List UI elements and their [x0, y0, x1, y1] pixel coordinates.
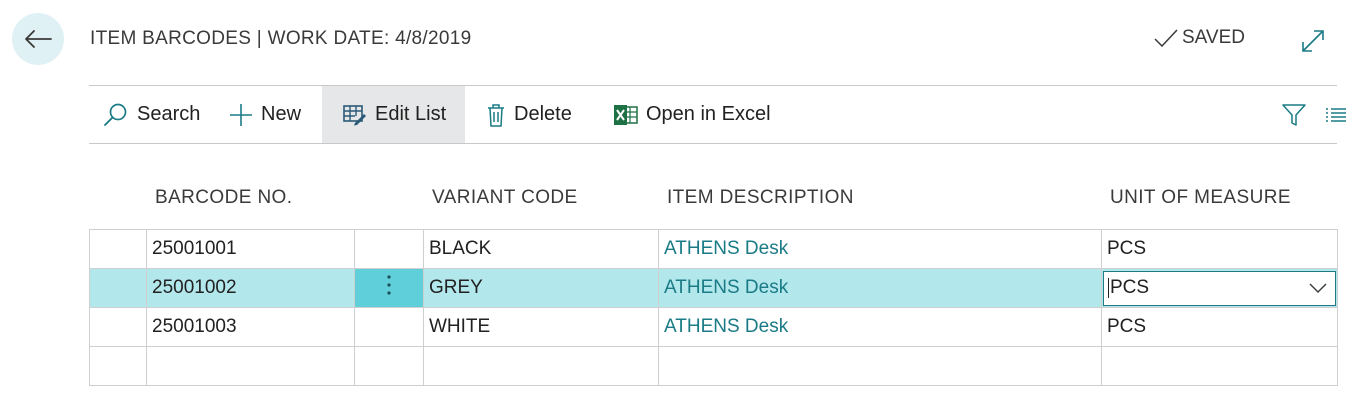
delete-label: Delete [514, 103, 572, 125]
new-label: New [261, 103, 302, 125]
variant-cell[interactable]: BLACK [423, 229, 659, 269]
variant-cell[interactable]: WHITE [423, 307, 659, 347]
row-menu-button[interactable] [354, 268, 424, 308]
table-row[interactable]: 25001002 GREY ATHENS Desk PCS [89, 268, 1338, 308]
open-in-excel-button[interactable]: Open in Excel [614, 86, 771, 143]
item-description-cell[interactable] [658, 346, 1102, 386]
unit-of-measure-cell[interactable]: PCS [1101, 229, 1338, 269]
edit-list-button[interactable]: Edit List [322, 86, 465, 143]
search-icon [104, 103, 127, 126]
variant-cell[interactable]: GREY [423, 268, 659, 308]
barcode-cell[interactable] [146, 346, 355, 386]
unit-of-measure-cell[interactable] [1101, 346, 1338, 386]
back-button[interactable] [12, 13, 64, 65]
search-label: Search [137, 103, 201, 125]
saved-status-label: SAVED [1182, 27, 1246, 48]
variant-cell[interactable] [423, 346, 659, 386]
row-menu-icon [387, 275, 391, 295]
list-view-icon [1326, 107, 1346, 122]
toolbar-bottom-divider [89, 143, 1337, 144]
barcode-cell[interactable]: 25001002 [146, 268, 355, 308]
chevron-down-icon[interactable] [1309, 283, 1327, 293]
row-selector[interactable] [89, 229, 147, 269]
unit-of-measure-dropdown[interactable]: PCS [1103, 270, 1336, 306]
item-description-link[interactable]: ATHENS Desk [658, 229, 1102, 269]
search-button[interactable]: Search [103, 86, 200, 143]
saved-status: SAVED [1154, 27, 1245, 49]
unit-of-measure-cell[interactable]: PCS [1101, 268, 1338, 308]
row-menu-cell[interactable] [354, 229, 424, 269]
action-toolbar: Search New Edit List Delete Open in Exce… [89, 86, 1346, 143]
barcode-cell[interactable]: 25001003 [146, 307, 355, 347]
plus-icon [230, 103, 252, 126]
item-description-link[interactable]: ATHENS Desk [658, 268, 1102, 308]
barcodes-grid: 25001001 BLACK ATHENS Desk PCS 25001002 … [89, 229, 1338, 386]
unit-of-measure-value: PCS [1110, 277, 1150, 298]
table-row-empty[interactable] [89, 346, 1338, 386]
row-selector[interactable] [89, 307, 147, 347]
list-view-button[interactable] [1325, 86, 1347, 143]
column-header-variant-code[interactable]: VARIANT CODE [432, 187, 578, 209]
column-header-item-description[interactable]: ITEM DESCRIPTION [667, 187, 854, 209]
new-button[interactable]: New [229, 86, 301, 143]
row-selector[interactable] [89, 346, 147, 386]
expand-button[interactable] [1300, 28, 1326, 54]
expand-icon [1302, 30, 1324, 52]
delete-button[interactable]: Delete [486, 86, 572, 143]
barcode-cell[interactable]: 25001001 [146, 229, 355, 269]
filter-icon [1282, 103, 1306, 126]
unit-of-measure-cell[interactable]: PCS [1101, 307, 1338, 347]
edit-list-label: Edit List [375, 103, 447, 125]
column-header-barcode-no[interactable]: BARCODE NO. [155, 187, 292, 209]
excel-icon [614, 104, 638, 125]
open-in-excel-label: Open in Excel [646, 103, 771, 125]
row-selector[interactable] [89, 268, 147, 308]
table-row[interactable]: 25001001 BLACK ATHENS Desk PCS [89, 229, 1338, 269]
filter-button[interactable] [1282, 86, 1306, 143]
back-arrow-icon [25, 30, 52, 48]
text-cursor [1108, 277, 1109, 298]
checkmark-icon [1154, 29, 1178, 47]
page-title: ITEM BARCODES | WORK DATE: 4/8/2019 [90, 28, 472, 49]
row-menu-cell[interactable] [354, 307, 424, 347]
table-row[interactable]: 25001003 WHITE ATHENS Desk PCS [89, 307, 1338, 347]
column-header-unit-of-measure[interactable]: UNIT OF MEASURE [1110, 187, 1291, 209]
edit-list-icon [343, 104, 366, 125]
trash-icon [488, 103, 504, 127]
item-description-link[interactable]: ATHENS Desk [658, 307, 1102, 347]
row-menu-cell[interactable] [354, 346, 424, 386]
